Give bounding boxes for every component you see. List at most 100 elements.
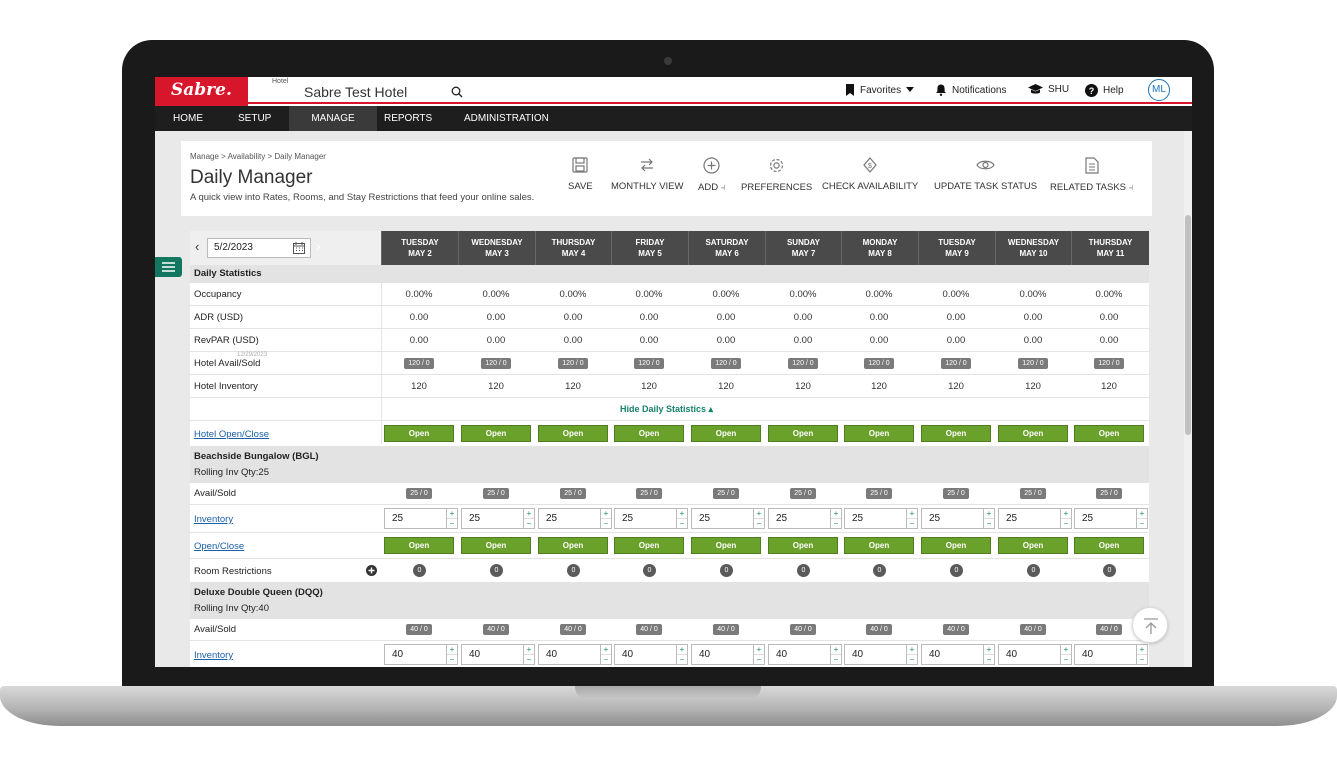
open-button[interactable]: Open <box>768 425 838 442</box>
stepper-buttons[interactable]: + − <box>906 509 917 528</box>
plus-icon[interactable]: + <box>754 645 764 655</box>
plus-icon[interactable]: + <box>1061 645 1071 655</box>
plus-icon[interactable]: + <box>677 645 687 655</box>
plus-icon[interactable]: + <box>601 509 611 519</box>
plus-icon[interactable]: + <box>754 509 764 519</box>
search-icon[interactable] <box>451 86 463 98</box>
plus-icon[interactable]: + <box>447 509 457 519</box>
nav-manage[interactable]: MANAGE <box>289 106 377 131</box>
plus-icon[interactable]: + <box>1137 645 1147 655</box>
stepper-buttons[interactable]: + − <box>830 645 841 664</box>
open-button[interactable]: Open <box>614 425 684 442</box>
minus-icon[interactable]: − <box>831 655 841 664</box>
restriction-count-badge[interactable]: 0 <box>1103 564 1116 577</box>
inventory-stepper[interactable]: 25 + − <box>538 508 612 529</box>
inventory-stepper[interactable]: 40 + − <box>998 644 1072 665</box>
stepper-buttons[interactable]: + − <box>523 509 534 528</box>
open-button[interactable]: Open <box>844 425 914 442</box>
stepper-buttons[interactable]: + − <box>830 509 841 528</box>
plus-icon[interactable]: + <box>524 645 534 655</box>
inventory-stepper[interactable]: 25 + − <box>384 508 458 529</box>
help-menu[interactable]: ? Help <box>1085 84 1124 97</box>
plus-icon[interactable]: + <box>907 509 917 519</box>
stepper-buttons[interactable]: + − <box>676 645 687 664</box>
inventory-stepper[interactable]: 40 + − <box>768 644 842 665</box>
inventory-stepper[interactable]: 25 + − <box>844 508 918 529</box>
open-button[interactable]: Open <box>998 537 1068 554</box>
plus-icon[interactable]: + <box>524 509 534 519</box>
hide-daily-statistics-link[interactable]: Hide Daily Statistics ▴ <box>620 404 713 415</box>
nav-administration[interactable]: ADMINISTRATION <box>448 106 565 131</box>
restriction-count-badge[interactable]: 0 <box>720 564 733 577</box>
open-button[interactable]: Open <box>538 537 608 554</box>
open-button[interactable]: Open <box>691 537 761 554</box>
hotel-name[interactable]: Sabre Test Hotel <box>304 84 407 100</box>
plus-icon[interactable]: + <box>447 645 457 655</box>
open-button[interactable]: Open <box>538 425 608 442</box>
stepper-buttons[interactable]: + − <box>753 645 764 664</box>
open-button[interactable]: Open <box>1074 425 1144 442</box>
stepper-buttons[interactable]: + − <box>600 509 611 528</box>
nav-setup[interactable]: SETUP <box>222 106 287 131</box>
plus-icon[interactable]: + <box>984 509 994 519</box>
plus-icon[interactable]: + <box>907 645 917 655</box>
minus-icon[interactable]: − <box>754 519 764 528</box>
shu-menu[interactable]: SHU <box>1028 84 1069 95</box>
minus-icon[interactable]: − <box>601 519 611 528</box>
open-button[interactable]: Open <box>768 537 838 554</box>
stepper-buttons[interactable]: + − <box>446 509 457 528</box>
check-availability-button[interactable]: $ CHECK AVAILABILITY <box>822 157 918 192</box>
stepper-buttons[interactable]: + − <box>523 645 534 664</box>
minus-icon[interactable]: − <box>907 519 917 528</box>
add-restriction-icon[interactable] <box>366 565 377 576</box>
inventory-link[interactable]: Inventory <box>194 514 233 525</box>
plus-icon[interactable]: + <box>984 645 994 655</box>
minus-icon[interactable]: − <box>601 655 611 664</box>
stepper-buttons[interactable]: + − <box>983 509 994 528</box>
minus-icon[interactable]: − <box>831 519 841 528</box>
inventory-stepper[interactable]: 40 + − <box>614 644 688 665</box>
favorites-menu[interactable]: Favorites <box>845 84 915 96</box>
open-button[interactable]: Open <box>461 425 531 442</box>
stepper-buttons[interactable]: + − <box>983 645 994 664</box>
minus-icon[interactable]: − <box>754 655 764 664</box>
restriction-count-badge[interactable]: 0 <box>643 564 656 577</box>
monthly-view-button[interactable]: MONTHLY VIEW <box>611 157 684 192</box>
plus-icon[interactable]: + <box>831 509 841 519</box>
inventory-stepper[interactable]: 40 + − <box>384 644 458 665</box>
stepper-buttons[interactable]: + − <box>1136 645 1147 664</box>
minus-icon[interactable]: − <box>1061 519 1071 528</box>
sabre-logo[interactable]: Sabre. <box>155 77 248 106</box>
inventory-stepper[interactable]: 40 + − <box>691 644 765 665</box>
scrollbar-thumb[interactable] <box>1185 215 1191 435</box>
open-button[interactable]: Open <box>384 425 454 442</box>
chevron-left-icon[interactable]: ‹ <box>195 239 199 254</box>
plus-icon[interactable]: + <box>677 509 687 519</box>
minus-icon[interactable]: − <box>447 655 457 664</box>
minus-icon[interactable]: − <box>447 519 457 528</box>
stepper-buttons[interactable]: + − <box>906 645 917 664</box>
stepper-buttons[interactable]: + − <box>676 509 687 528</box>
minus-icon[interactable]: − <box>1137 519 1147 528</box>
scroll-to-top-button[interactable] <box>1132 607 1168 643</box>
avatar[interactable]: ML <box>1148 79 1170 101</box>
open-button[interactable]: Open <box>921 425 991 442</box>
open-button[interactable]: Open <box>844 537 914 554</box>
plus-icon[interactable]: + <box>1137 509 1147 519</box>
side-menu-toggle[interactable] <box>155 257 182 277</box>
update-task-status-button[interactable]: UPDATE TASK STATUS <box>934 157 1037 192</box>
preferences-button[interactable]: PREFERENCES <box>741 157 812 193</box>
minus-icon[interactable]: − <box>1061 655 1071 664</box>
restriction-count-badge[interactable]: 0 <box>1027 564 1040 577</box>
inventory-stepper[interactable]: 25 + − <box>998 508 1072 529</box>
plus-icon[interactable]: + <box>601 645 611 655</box>
add-button[interactable]: ADD ⫞ <box>698 157 725 193</box>
open-button[interactable]: Open <box>461 537 531 554</box>
inventory-stepper[interactable]: 25 + − <box>461 508 535 529</box>
open-button[interactable]: Open <box>691 425 761 442</box>
inventory-stepper[interactable]: 25 + − <box>691 508 765 529</box>
inventory-link[interactable]: Inventory <box>194 650 233 661</box>
stepper-buttons[interactable]: + − <box>1060 509 1071 528</box>
stepper-buttons[interactable]: + − <box>1136 509 1147 528</box>
restriction-count-badge[interactable]: 0 <box>567 564 580 577</box>
